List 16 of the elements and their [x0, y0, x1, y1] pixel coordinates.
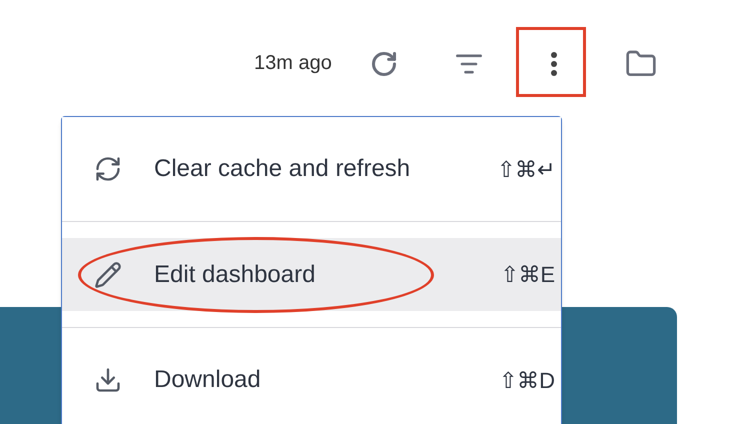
refresh-icon — [94, 155, 122, 183]
menu-item-label: Clear cache and refresh — [154, 154, 412, 184]
keyboard-shortcut: ⇧⌘E — [500, 261, 555, 289]
refresh-icon — [370, 50, 398, 78]
menu-item[interactable]: Clear cache and refresh ⇧⌘↵ — [62, 117, 561, 221]
highlight-frame — [516, 27, 586, 97]
menu-item[interactable]: Download ⇧⌘D — [62, 328, 561, 424]
download-icon — [94, 366, 122, 394]
more-options-icon — [551, 52, 557, 76]
menu-item[interactable]: Edit dashboard ⇧⌘E — [62, 238, 561, 311]
keyboard-shortcut: ⇧⌘↵ — [497, 156, 555, 184]
menu-item-label: Download — [154, 365, 262, 395]
pencil-icon — [94, 260, 122, 288]
last-updated-time: 13m ago — [254, 51, 333, 76]
keyboard-shortcut: ⇧⌘D — [499, 366, 555, 394]
menu-item-label: Edit dashboard — [154, 260, 316, 290]
